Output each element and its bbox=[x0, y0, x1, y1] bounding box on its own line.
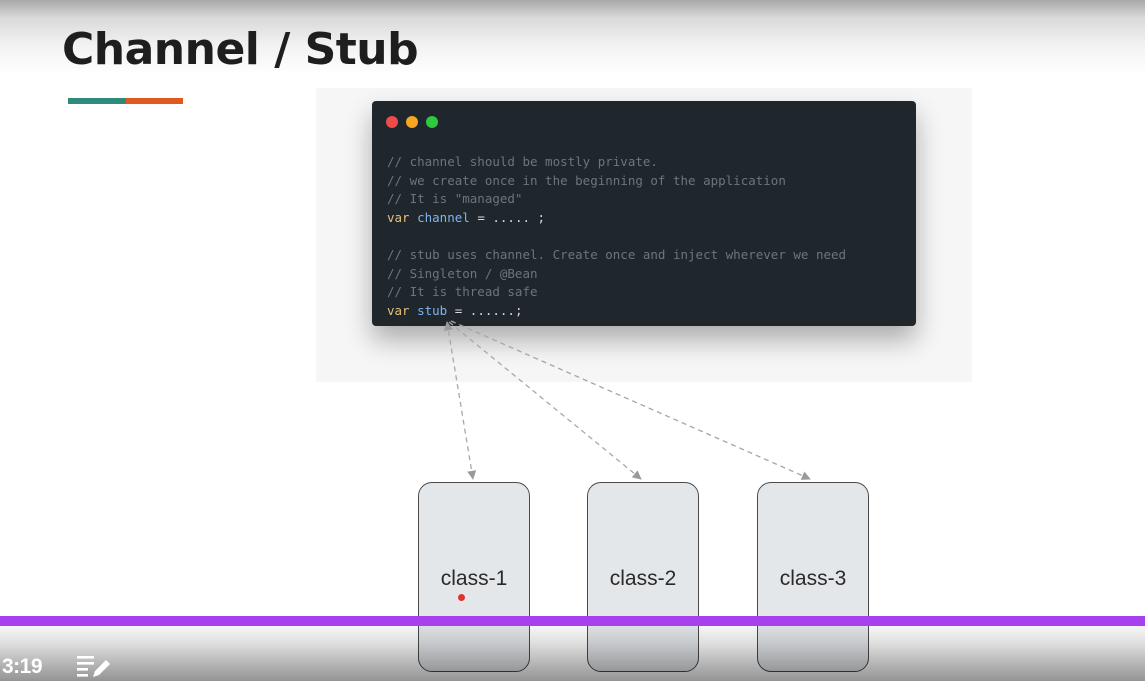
class-label: class-2 bbox=[609, 567, 677, 590]
arrow-to-class-1 bbox=[443, 321, 477, 480]
video-timestamp: 3:19 bbox=[2, 655, 43, 678]
player-controls-shade bbox=[0, 620, 1145, 681]
pointer-dot bbox=[458, 594, 465, 601]
video-progress-bar[interactable] bbox=[0, 616, 1145, 626]
class-label: class-3 bbox=[779, 567, 847, 590]
injection-arrows bbox=[443, 320, 811, 480]
playlist-edit-icon[interactable] bbox=[77, 655, 113, 679]
arrow-to-class-3 bbox=[450, 320, 811, 480]
class-label: class-1 bbox=[440, 567, 508, 590]
arrow-to-class-2 bbox=[448, 321, 642, 480]
